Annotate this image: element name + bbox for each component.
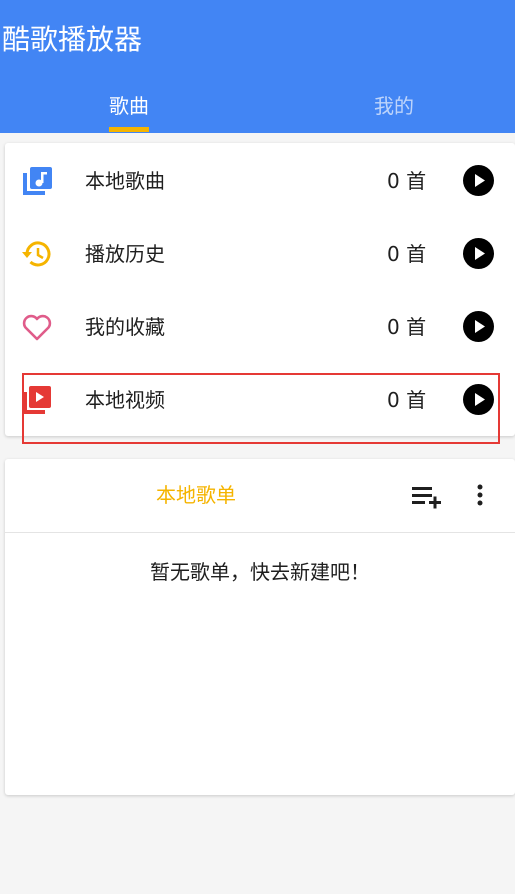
- library-item-label: 本地歌曲: [85, 169, 165, 193]
- tab-indicator: [109, 127, 149, 132]
- empty-playlist-message: 暂无歌单，快去新建吧！: [150, 560, 370, 584]
- library-item-favorites[interactable]: 我的收藏 0 首: [5, 289, 515, 362]
- music-library-icon: [21, 165, 53, 197]
- play-icon[interactable]: [463, 238, 494, 269]
- selection-highlight: [22, 373, 500, 444]
- library-item-local-songs[interactable]: 本地歌曲 0 首: [5, 143, 515, 216]
- library-item-label: 播放历史: [85, 242, 165, 266]
- heart-icon: [21, 311, 53, 343]
- library-item-count: 0 首: [387, 242, 427, 266]
- playlist-add-icon[interactable]: [409, 481, 443, 511]
- library-item-count: 0 首: [387, 169, 427, 193]
- library-item-count: 0 首: [387, 315, 427, 339]
- library-item-history[interactable]: 播放历史 0 首: [5, 216, 515, 289]
- app-title: 酷歌播放器: [2, 23, 143, 56]
- tab-mine[interactable]: 我的: [374, 92, 414, 133]
- history-icon: [21, 238, 53, 270]
- play-icon[interactable]: [463, 311, 494, 342]
- library-item-label: 我的收藏: [85, 315, 165, 339]
- divider: [5, 532, 515, 533]
- play-icon[interactable]: [463, 165, 494, 196]
- more-vertical-icon[interactable]: [469, 481, 491, 511]
- app-bar: 酷歌播放器 歌曲 我的: [0, 0, 515, 133]
- playlist-card: 本地歌单 暂无歌单，快去新建吧！: [5, 459, 515, 795]
- playlist-title: 本地歌单: [156, 483, 236, 507]
